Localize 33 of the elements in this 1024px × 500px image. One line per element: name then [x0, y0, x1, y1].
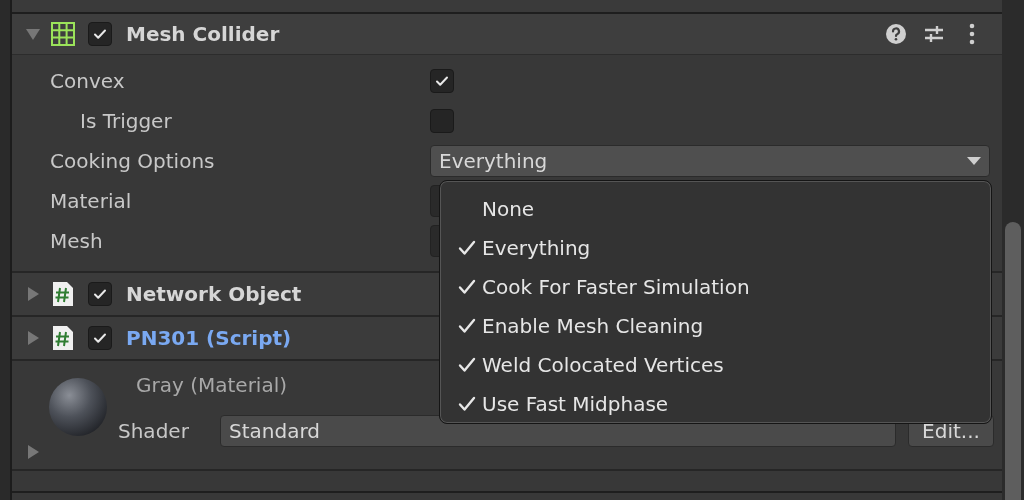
property-label: Mesh: [49, 229, 104, 253]
checkmark-icon: [458, 277, 476, 296]
scrollbar-thumb[interactable]: [1005, 222, 1021, 500]
menu-item[interactable]: Everything: [440, 228, 991, 267]
enable-checkbox[interactable]: [88, 326, 112, 350]
shader-label: Shader: [118, 419, 190, 443]
checkbox[interactable]: [430, 69, 454, 93]
checkbox[interactable]: [430, 109, 454, 133]
help-icon[interactable]: [884, 22, 908, 46]
property-label: Material: [49, 189, 133, 213]
script-file-icon: [50, 281, 76, 307]
property-label: Convex: [49, 69, 126, 93]
property-label: Is Trigger: [79, 109, 173, 133]
sphere-icon: [46, 375, 110, 439]
menu-item[interactable]: Enable Mesh Cleaning: [440, 306, 991, 345]
menu-item[interactable]: Weld Colocated Vertices: [440, 345, 991, 384]
component-title: Mesh Collider: [126, 22, 280, 46]
checkmark-icon: [458, 238, 476, 257]
property-label: Cooking Options: [49, 149, 216, 173]
script-file-icon: [50, 325, 76, 351]
grid-icon: [50, 21, 76, 47]
component-title: Network Object: [126, 282, 302, 306]
enable-checkbox[interactable]: [88, 22, 112, 46]
material-name: Gray (Material): [136, 373, 289, 397]
menu-item[interactable]: Cook For Faster Simulation: [440, 267, 991, 306]
checkmark-icon: [458, 394, 476, 413]
checkmark-icon: [458, 355, 476, 374]
menu-item[interactable]: None: [440, 189, 991, 228]
caret-icon: [967, 156, 981, 166]
enable-checkbox[interactable]: [88, 282, 112, 306]
component-title: PN301 (Script): [126, 326, 292, 350]
dropdown-field[interactable]: Everything: [430, 145, 990, 177]
checkmark-icon: [458, 316, 476, 335]
